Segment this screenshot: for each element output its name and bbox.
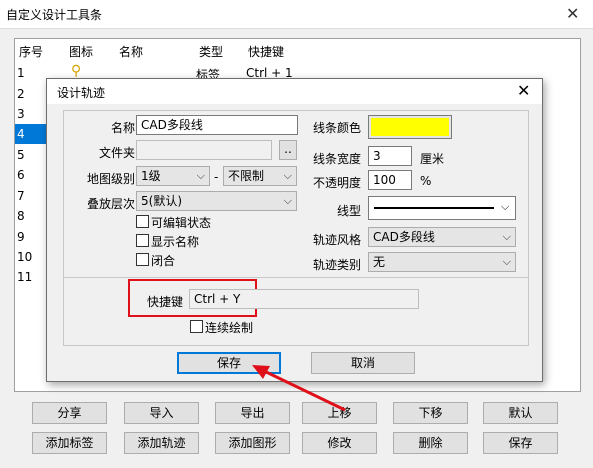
arrow-shaft — [261, 368, 346, 412]
red-arrow-annotation — [252, 365, 346, 412]
